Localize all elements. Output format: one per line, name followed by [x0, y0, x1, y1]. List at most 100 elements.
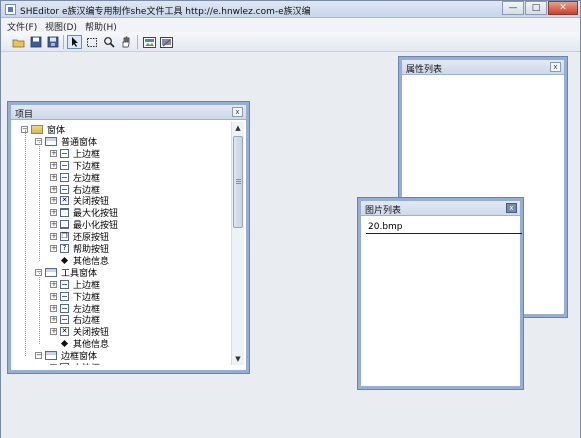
expand-icon[interactable]: + — [50, 149, 57, 157]
tree-node[interactable]: + 左边框 — [50, 172, 100, 184]
expand-icon[interactable]: + — [50, 197, 57, 205]
tree-node[interactable]: + 右边框 — [50, 184, 100, 196]
pointer-icon[interactable] — [67, 35, 82, 49]
hand-pan-icon[interactable] — [118, 35, 133, 49]
tree-node[interactable]: − 窗体 — [21, 124, 65, 136]
image-list-panel-title: 图片列表 — [365, 206, 402, 216]
tree-node-label: 上边框 — [73, 361, 100, 365]
image-list-item[interactable]: 20.bmp — [366, 222, 522, 234]
project-panel-close-button[interactable]: x — [232, 107, 243, 117]
minimize-button[interactable]: — — [502, 1, 524, 15]
bar-icon — [60, 148, 69, 158]
tree-node[interactable]: − 工具窗体 — [35, 267, 97, 279]
form-icon — [45, 267, 57, 277]
tree-node[interactable]: +上边框 — [50, 279, 100, 291]
tree-node[interactable]: − 边框窗体 — [35, 350, 97, 362]
app-icon — [5, 4, 16, 15]
expand-icon[interactable]: + — [50, 292, 57, 300]
expand-icon[interactable]: + — [50, 233, 57, 241]
bar-icon — [60, 172, 69, 182]
save-all-icon[interactable] — [45, 35, 60, 49]
tree-node[interactable]: + 下边框 — [50, 291, 100, 303]
menu-bar: 文件(F) 视图(D) 帮助(H) — [1, 18, 580, 33]
marquee-select-icon[interactable] — [84, 35, 99, 49]
tree-node[interactable]: 其他信息 — [50, 255, 109, 267]
toolbar — [1, 32, 580, 52]
tree-scrollbar[interactable]: ▲ ▼ — [231, 122, 244, 365]
tree-node[interactable]: 其他信息 — [50, 338, 109, 350]
expand-icon[interactable]: + — [50, 304, 57, 312]
project-tree[interactable]: − 窗体 − 普通窗体 + 上边框 + 下边框 + 左边框 + 右边框 + ✕ 关闭按钮 + 最大化按钮 + 最小化… — [13, 122, 232, 365]
image-edit-icon[interactable] — [159, 35, 174, 49]
project-panel-title: 项目 — [15, 110, 34, 120]
scrollbar-grip — [236, 183, 241, 184]
image-list[interactable]: 20.bmp — [364, 219, 522, 383]
project-panel-header[interactable]: 项目 x — [11, 105, 246, 120]
collapse-icon[interactable]: − — [35, 352, 42, 360]
form-icon — [45, 136, 57, 146]
expand-icon[interactable]: + — [50, 209, 57, 217]
tree-node[interactable]: +? 帮助按钮 — [50, 243, 109, 255]
expand-icon[interactable]: + — [50, 328, 57, 336]
tree-node[interactable]: + 下边框 — [50, 160, 100, 172]
min-icon — [60, 220, 69, 230]
expand-icon[interactable]: + — [50, 364, 57, 365]
form-icon — [45, 351, 57, 361]
image-icon[interactable] — [142, 35, 157, 49]
tree-node[interactable]: +上边框 — [50, 148, 100, 160]
diamond-icon — [60, 339, 69, 349]
tree-guide-line — [25, 130, 26, 357]
properties-panel-header[interactable]: 属性列表 x — [402, 60, 564, 75]
help-icon: ? — [60, 244, 69, 253]
tree-node[interactable]: + 左边框 — [50, 303, 100, 315]
scrollbar-thumb[interactable] — [233, 136, 243, 228]
tree-node[interactable]: + ❐ 还原按钮 — [50, 231, 109, 243]
toolbar-separator — [137, 35, 138, 49]
image-list-panel-close-button[interactable]: x — [506, 203, 517, 213]
tree-node[interactable]: + 上边框 — [50, 362, 100, 365]
expand-icon[interactable]: + — [50, 173, 57, 181]
image-list-panel-header[interactable]: 图片列表 x — [361, 201, 520, 216]
expand-icon[interactable]: + — [50, 280, 57, 288]
open-folder-icon[interactable] — [11, 35, 26, 49]
folder-icon — [31, 125, 43, 134]
window-title: SHEditor e族汉编专用制作she文件工具 http://e.hnwlez… — [20, 7, 311, 17]
bar-icon — [60, 315, 69, 325]
close-button[interactable]: ✕ — [548, 1, 578, 15]
restore-icon: ❐ — [60, 232, 69, 242]
save-icon[interactable] — [28, 35, 43, 49]
tree-guide-line — [39, 141, 40, 261]
tree-node[interactable]: + 最大化按钮 — [50, 207, 118, 219]
bar-icon — [60, 291, 69, 301]
diamond-icon — [60, 255, 69, 265]
tree-node[interactable]: + ✕ 关闭按钮 — [50, 326, 109, 338]
bar-icon — [60, 303, 69, 313]
tree-node[interactable]: + 最小化按钮 — [50, 219, 118, 231]
expand-icon[interactable]: + — [50, 245, 57, 252]
zoom-icon[interactable] — [101, 35, 116, 49]
bar-icon — [60, 363, 69, 365]
expand-icon[interactable]: + — [50, 161, 57, 169]
tree-node[interactable]: + ✕ 关闭按钮 — [50, 195, 109, 207]
tree-node[interactable]: − 普通窗体 — [35, 136, 97, 148]
properties-panel-close-button[interactable]: x — [550, 62, 561, 72]
toolbar-separator — [63, 35, 64, 49]
scroll-up-arrow-icon[interactable]: ▲ — [232, 123, 244, 133]
tree-node[interactable]: + 右边框 — [50, 314, 100, 326]
title-bar: SHEditor e族汉编专用制作she文件工具 http://e.hnwlez… — [1, 1, 580, 18]
scrollbar-grip — [236, 181, 241, 182]
scroll-down-arrow-icon[interactable]: ▼ — [232, 354, 244, 364]
expand-icon[interactable]: + — [50, 221, 57, 229]
maximize-button[interactable]: □ — [525, 1, 547, 15]
expand-icon[interactable]: + — [50, 316, 57, 324]
image-list-panel: 图片列表 x 20.bmp — [358, 198, 523, 389]
x-icon: ✕ — [60, 196, 69, 206]
expand-icon[interactable]: + — [50, 185, 57, 193]
bar-icon — [60, 184, 69, 194]
bar-icon — [60, 279, 69, 289]
window-controls: — □ ✕ — [501, 1, 578, 15]
max-icon — [60, 208, 69, 218]
scrollbar-grip — [236, 179, 241, 180]
x-icon: ✕ — [60, 327, 69, 337]
tree-guide-line — [39, 272, 40, 345]
